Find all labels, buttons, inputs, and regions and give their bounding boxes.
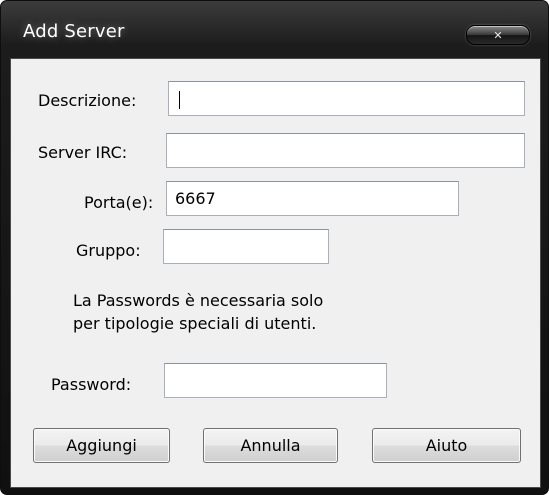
window-title: Add Server — [23, 21, 125, 42]
annulla-button[interactable]: Annulla — [203, 428, 338, 463]
aggiungi-button[interactable]: Aggiungi — [33, 428, 170, 463]
password-field[interactable] — [164, 363, 387, 398]
dialog-body: Descrizione: Server IRC: Porta(e): 6667 … — [10, 58, 541, 488]
gruppo-label: Gruppo: — [76, 241, 141, 260]
text-caret — [179, 90, 180, 109]
password-note: La Passwords è necessaria solo per tipol… — [73, 289, 323, 335]
aiuto-button[interactable]: Aiuto — [372, 428, 521, 463]
gruppo-field[interactable] — [163, 229, 329, 264]
porta-field[interactable]: 6667 — [166, 181, 459, 216]
server-irc-field[interactable] — [166, 133, 525, 168]
server-irc-label: Server IRC: — [38, 143, 128, 162]
password-label: Password: — [51, 375, 132, 394]
note-line-2: per tipologie speciali di utenti. — [73, 314, 317, 333]
descrizione-field[interactable] — [168, 81, 525, 116]
porta-label: Porta(e): — [84, 193, 154, 212]
close-button[interactable]: ✕ — [466, 25, 530, 45]
note-line-1: La Passwords è necessaria solo — [73, 291, 324, 310]
add-server-dialog: Add Server ✕ Descrizione: Server IRC: Po… — [0, 0, 549, 495]
descrizione-label: Descrizione: — [38, 91, 137, 110]
close-icon: ✕ — [493, 28, 503, 42]
title-bar[interactable]: Add Server ✕ — [1, 1, 548, 61]
